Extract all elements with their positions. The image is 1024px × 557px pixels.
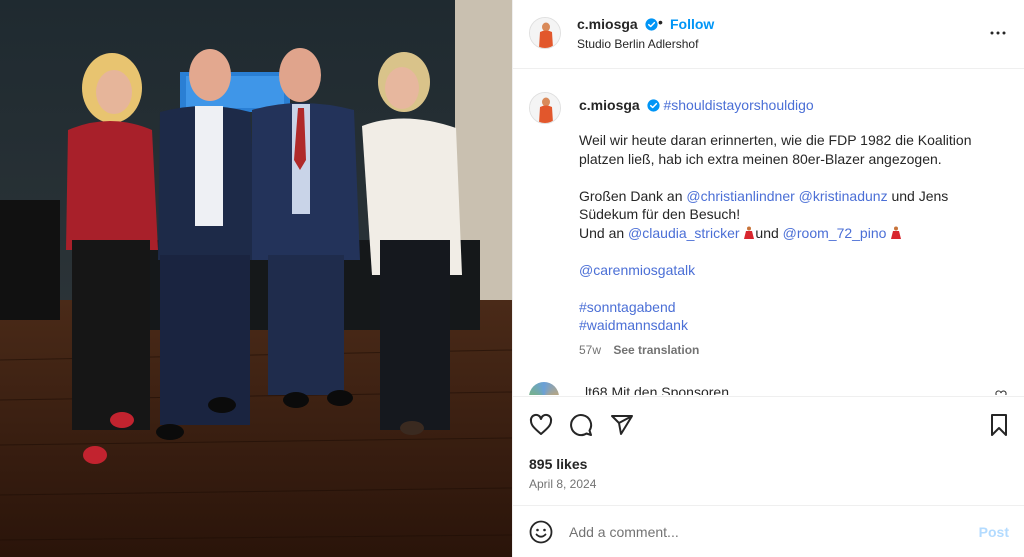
post-header: c.miosga • Follow Studio Berlin Adlersho… bbox=[513, 0, 1024, 69]
comment-text: lt68 Mit den Sponsoren... bbox=[585, 384, 741, 395]
header-username-row: c.miosga bbox=[577, 16, 658, 32]
hashtag-link[interactable]: #sonntagabend bbox=[579, 299, 676, 315]
username-link[interactable]: c.miosga bbox=[577, 16, 638, 32]
comment-preview: lt68 Mit den Sponsoren... bbox=[529, 382, 1009, 395]
caption-section: c.miosga #shouldistayorshouldigo Weil wi… bbox=[513, 70, 1024, 395]
mention-link[interactable]: @carenmiosgatalk bbox=[579, 262, 695, 278]
mention-link[interactable]: @room_72_pino bbox=[783, 225, 887, 241]
caption-avatar[interactable] bbox=[529, 92, 561, 124]
comment-like-icon[interactable] bbox=[995, 390, 1007, 395]
post-comment-button[interactable]: Post bbox=[979, 524, 1009, 540]
caption-text: Weil wir heute daran erinnerten, wie die… bbox=[579, 131, 999, 335]
post-photo[interactable] bbox=[0, 0, 512, 557]
woman-dancing-emoji-icon bbox=[891, 226, 902, 239]
caption-text-span: Und an bbox=[579, 224, 625, 241]
comment-avatar[interactable] bbox=[529, 382, 559, 395]
caption-thanks-line: Großen Dank an @christianlindner @kristi… bbox=[579, 187, 999, 224]
action-bar: 895 likes April 8, 2024 bbox=[513, 396, 1024, 521]
caption-meta: 57w See translation bbox=[579, 343, 699, 357]
caption-paragraph: Weil wir heute daran erinnerten, wie die… bbox=[579, 132, 972, 167]
share-icon[interactable] bbox=[610, 413, 634, 437]
caption-username[interactable]: c.miosga bbox=[579, 97, 640, 113]
heart-icon[interactable] bbox=[529, 413, 553, 437]
comment-icon[interactable] bbox=[569, 413, 593, 437]
photo-illustration bbox=[0, 0, 512, 557]
mention-link[interactable]: @christianlindner bbox=[686, 188, 794, 204]
follow-button[interactable]: Follow bbox=[670, 16, 714, 32]
post-age: 57w bbox=[579, 343, 602, 357]
post-date: April 8, 2024 bbox=[529, 477, 597, 491]
add-comment-bar: Post bbox=[513, 505, 1024, 557]
hashtag-link[interactable]: #waidmannsdank bbox=[579, 317, 688, 333]
woman-dancing-emoji-icon bbox=[744, 226, 755, 239]
verified-badge-icon bbox=[647, 99, 660, 112]
verified-badge-icon bbox=[645, 18, 658, 31]
caption-first-line: c.miosga #shouldistayorshouldigo bbox=[579, 97, 814, 113]
likes-count[interactable]: 895 likes bbox=[529, 456, 587, 472]
avatar-image bbox=[530, 18, 560, 48]
mention-link[interactable]: @claudia_stricker bbox=[628, 225, 739, 241]
avatar-image bbox=[530, 93, 560, 123]
avatar[interactable] bbox=[529, 17, 561, 49]
emoji-icon[interactable] bbox=[529, 520, 553, 544]
see-translation-button[interactable]: See translation bbox=[613, 343, 699, 357]
header-separator: • bbox=[658, 14, 663, 30]
mention-link[interactable]: @kristinadunz bbox=[799, 188, 888, 204]
bookmark-icon[interactable] bbox=[987, 413, 1011, 437]
more-options-icon[interactable] bbox=[989, 24, 1007, 42]
caption-text-span: Großen Dank an bbox=[579, 187, 683, 204]
hashtag-link[interactable]: #shouldistayorshouldigo bbox=[663, 97, 813, 113]
location-link[interactable]: Studio Berlin Adlershof bbox=[577, 37, 698, 51]
post-detail-panel: c.miosga • Follow Studio Berlin Adlersho… bbox=[512, 0, 1024, 557]
comment-input[interactable] bbox=[569, 520, 949, 544]
caption-text-span: und bbox=[755, 224, 779, 241]
caption-und-line: Und an @claudia_stricker und @room_72_pi… bbox=[579, 224, 999, 243]
